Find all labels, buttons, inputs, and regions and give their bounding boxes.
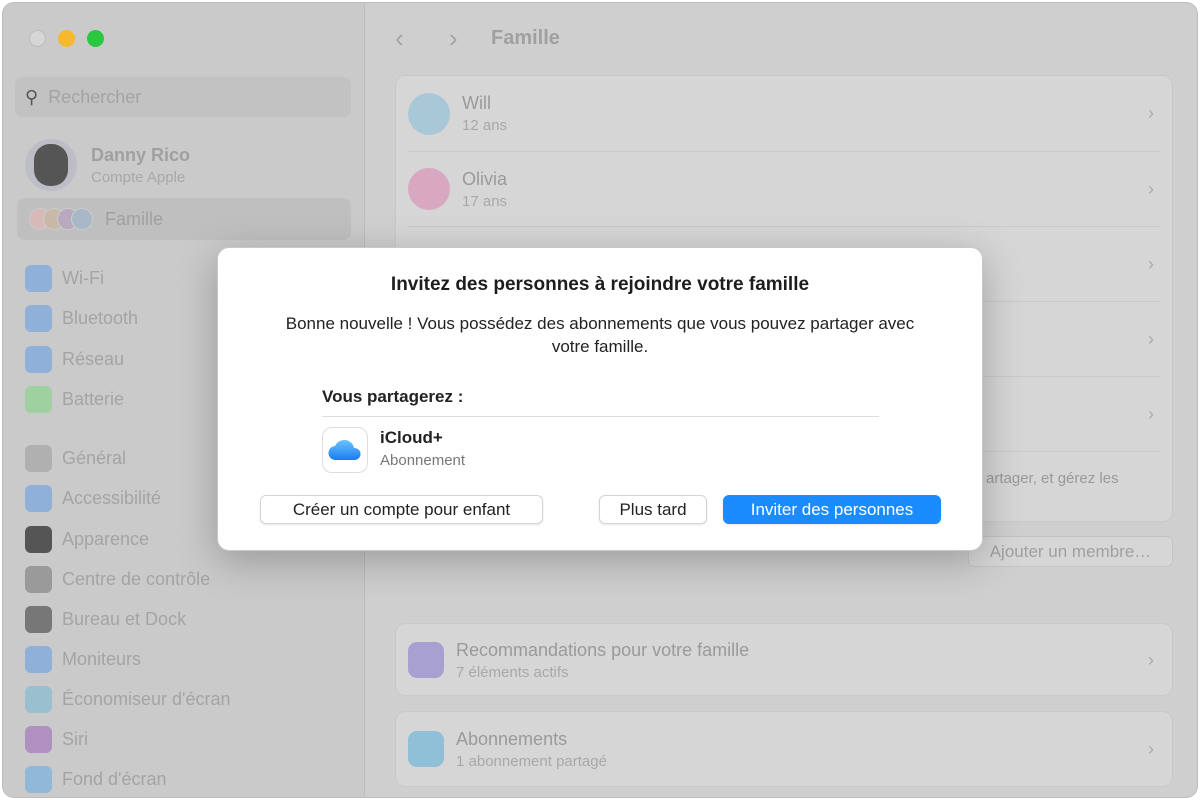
avatar xyxy=(408,168,450,210)
sidebar-item-siri[interactable]: Siri xyxy=(25,726,88,753)
forward-button[interactable]: › xyxy=(449,23,458,54)
minimize-button[interactable] xyxy=(58,30,75,47)
dock-icon xyxy=(25,606,52,633)
member-row[interactable]: Will 12 ans › xyxy=(408,76,1160,152)
sidebar-item-label: Bluetooth xyxy=(62,308,139,328)
add-member-button[interactable]: Ajouter un membre… xyxy=(968,536,1173,567)
sidebar-item-globe[interactable]: Réseau xyxy=(25,346,124,373)
sidebar-item-screensaver[interactable]: Économiseur d'écran xyxy=(25,686,231,713)
recommendations-subtitle: 7 éléments actifs xyxy=(456,663,569,681)
create-child-account-button[interactable]: Créer un compte pour enfant xyxy=(260,495,543,524)
share-heading: Vous partagerez : xyxy=(322,387,464,406)
member-name: Olivia xyxy=(462,168,508,189)
subscriptions-row[interactable]: Abonnements 1 abonnement partagé › xyxy=(395,711,1173,787)
sidebar-item-sun[interactable]: Moniteurs xyxy=(25,646,141,673)
sidebar-item-label: Général xyxy=(62,448,127,468)
accessibility-icon xyxy=(25,485,52,512)
zoom-button[interactable] xyxy=(87,30,104,47)
divider xyxy=(322,416,879,417)
chevron-right-icon: › xyxy=(1148,738,1154,759)
sidebar-item-gear[interactable]: Général xyxy=(25,445,126,472)
chevron-right-icon: › xyxy=(1148,178,1154,199)
family-avatars xyxy=(29,208,93,230)
invite-dialog: Invitez des personnes à rejoindre votre … xyxy=(217,247,983,551)
member-name: Will xyxy=(462,93,491,113)
sidebar-item-label: Siri xyxy=(62,729,88,749)
sidebar-item-label: Centre de contrôle xyxy=(62,569,211,589)
battery-icon xyxy=(25,386,52,413)
sidebar-item-wallpaper[interactable]: Fond d'écran xyxy=(25,766,167,793)
subscriptions-icon xyxy=(408,731,444,767)
sidebar-item-label: Réseau xyxy=(62,349,125,369)
page-title: Famille xyxy=(491,27,560,49)
sidebar-item-accessibility[interactable]: Accessibilité xyxy=(25,485,161,512)
bluetooth-icon xyxy=(25,305,52,332)
avatar xyxy=(25,139,77,191)
sidebar-item-label: Batterie xyxy=(62,389,125,409)
account-item[interactable]: Danny Rico Compte Apple xyxy=(25,139,190,191)
later-button[interactable]: Plus tard xyxy=(599,495,707,524)
sidebar-item-label: Moniteurs xyxy=(62,649,142,669)
close-button[interactable] xyxy=(29,30,46,47)
sidebar-item-label: Apparence xyxy=(62,529,150,549)
dialog-title: Invitez des personnes à rejoindre votre … xyxy=(390,274,810,295)
subscriptions-subtitle: 1 abonnement partagé xyxy=(456,752,607,770)
invite-people-button[interactable]: Inviter des personnes xyxy=(723,495,941,524)
sidebar-item-battery[interactable]: Batterie xyxy=(25,386,124,413)
sidebar-item-label: Wi-Fi xyxy=(62,268,104,288)
appearance-icon xyxy=(25,526,52,553)
member-row[interactable]: Olivia 17 ans › xyxy=(408,152,1160,227)
icloud-icon xyxy=(322,427,368,473)
search-input[interactable]: ⚲ Rechercher xyxy=(15,77,351,117)
wifi-icon xyxy=(25,265,52,292)
siri-icon xyxy=(25,726,52,753)
wallpaper-icon xyxy=(25,766,52,793)
family-description: artager, et gérez les xyxy=(986,470,1119,487)
chevron-right-icon: › xyxy=(1148,403,1154,424)
sun-icon xyxy=(25,646,52,673)
account-name: Danny Rico xyxy=(91,144,191,165)
member-age: 12 ans xyxy=(462,117,508,134)
chevron-right-icon: › xyxy=(1148,649,1154,670)
search-icon: ⚲ xyxy=(25,86,39,107)
shared-item-type: Abonnement xyxy=(380,452,466,469)
dialog-description: Bonne nouvelle ! Vous possédez des abonn… xyxy=(285,314,915,356)
recommendations-icon xyxy=(408,642,444,678)
subscriptions-title: Abonnements xyxy=(456,728,568,749)
sidebar-item-label: Fond d'écran xyxy=(62,769,167,789)
sidebar-item-dock[interactable]: Bureau et Dock xyxy=(25,606,186,633)
chevron-right-icon: › xyxy=(1148,253,1154,274)
sidebar-item-wifi[interactable]: Wi-Fi xyxy=(25,265,104,292)
account-subtitle: Compte Apple xyxy=(91,168,186,186)
sidebar-item-label: Bureau et Dock xyxy=(62,609,187,629)
search-placeholder: Rechercher xyxy=(48,86,142,107)
control-center-icon xyxy=(25,566,52,593)
sidebar-item-famille[interactable]: Famille xyxy=(17,198,351,240)
gear-icon xyxy=(25,445,52,472)
sidebar-item-label: Famille xyxy=(105,208,164,229)
recommendations-title: Recommandations pour votre famille xyxy=(456,639,750,660)
chevron-right-icon: › xyxy=(1148,103,1154,123)
avatar xyxy=(408,92,450,135)
screensaver-icon xyxy=(25,686,52,713)
back-button[interactable]: ‹ xyxy=(395,23,404,54)
sidebar-item-appearance[interactable]: Apparence xyxy=(25,526,149,553)
sidebar-item-control-center[interactable]: Centre de contrôle xyxy=(25,566,210,593)
globe-icon xyxy=(25,346,52,373)
member-age: 17 ans xyxy=(462,192,508,210)
chevron-right-icon: › xyxy=(1148,328,1154,349)
sidebar-item-bluetooth[interactable]: Bluetooth xyxy=(25,305,138,332)
sidebar-item-label: Accessibilité xyxy=(62,488,162,508)
sidebar-item-label: Économiseur d'écran xyxy=(62,689,231,709)
shared-item-name: iCloud+ xyxy=(380,428,443,447)
recommendations-row[interactable]: Recommandations pour votre famille 7 élém… xyxy=(395,623,1173,696)
